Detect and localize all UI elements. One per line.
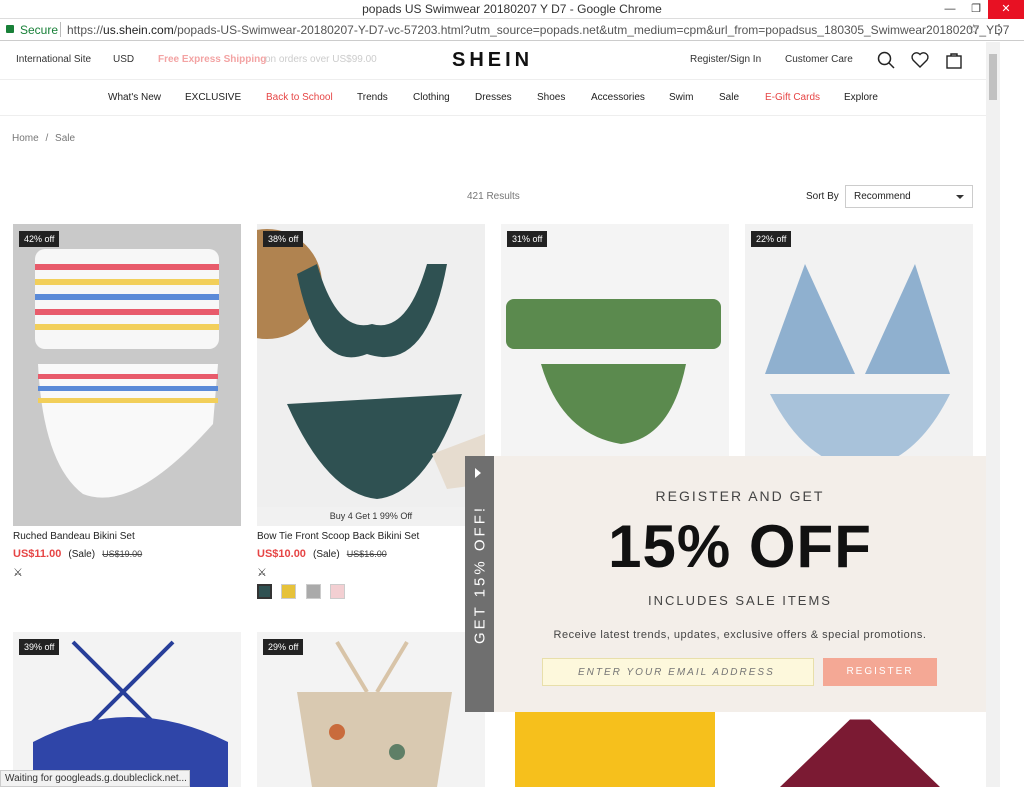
- original-price: US$19.00: [102, 549, 143, 559]
- close-icon[interactable]: ✕: [988, 0, 1024, 19]
- address-divider: [60, 22, 61, 37]
- address-bar[interactable]: Secure https://us.shein.com/popads-US-Sw…: [0, 19, 1024, 41]
- shipping-promo[interactable]: Free Express Shipping: [158, 54, 266, 65]
- chevron-down-icon: [956, 195, 964, 199]
- breadcrumb: Home / Sale: [12, 133, 75, 144]
- bikini-image: [35, 249, 219, 498]
- site-topbar: International Site USD Free Express Ship…: [0, 42, 986, 80]
- international-site-link[interactable]: International Site: [16, 54, 91, 65]
- discount-badge: 29% off: [263, 639, 304, 655]
- sort-value: Recommend: [854, 191, 911, 202]
- popup-tab-label: GET 15% OFF!: [471, 504, 489, 645]
- shipping-promo-tail: on orders over US$99.00: [265, 54, 377, 65]
- arrow-right-icon[interactable]: [475, 468, 481, 478]
- secure-label: Secure: [20, 23, 59, 37]
- product-name[interactable]: Bow Tie Front Scoop Back Bikini Set: [257, 531, 419, 542]
- sort-dropdown[interactable]: Recommend: [845, 185, 973, 208]
- customer-care-link[interactable]: Customer Care: [785, 54, 853, 65]
- lock-icon: [6, 25, 14, 33]
- color-swatch[interactable]: [306, 584, 321, 599]
- sale-tag: (Sale): [68, 549, 96, 560]
- popup-description: Receive latest trends, updates, exclusiv…: [553, 629, 927, 641]
- product-image[interactable]: [780, 719, 940, 787]
- status-bar: Waiting for googleads.g.doubleclick.net.…: [0, 770, 190, 787]
- chrome-menu-icon[interactable]: ⋮: [992, 21, 1006, 38]
- sale-tag: (Sale): [313, 549, 340, 560]
- main-nav: What's New EXCLUSIVE Back to School Tren…: [0, 80, 986, 116]
- popup-subheading: INCLUDES SALE ITEMS: [648, 593, 832, 608]
- page: International Site USD Free Express Ship…: [0, 42, 986, 787]
- register-button[interactable]: REGISTER: [823, 658, 937, 686]
- bikini-image: [257, 229, 485, 499]
- product-price: US$11.00 (Sale) US$19.00: [13, 548, 142, 560]
- product-image[interactable]: [515, 712, 715, 787]
- results-count: 421 Results: [467, 191, 520, 202]
- popup-body: REGISTER AND GET 15% OFF INCLUDES SALE I…: [494, 456, 986, 712]
- discount-badge: 38% off: [263, 231, 304, 247]
- discount-badge: 22% off: [751, 231, 792, 247]
- nav-sale[interactable]: Sale: [719, 92, 739, 103]
- signup-popup: GET 15% OFF! REGISTER AND GET 15% OFF IN…: [465, 456, 986, 712]
- product-image[interactable]: 42% off: [13, 224, 241, 526]
- bikini-image: [33, 640, 228, 787]
- restore-icon[interactable]: ❐: [962, 0, 990, 19]
- url-text[interactable]: https://us.shein.com/popads-US-Swimwear-…: [67, 23, 1009, 37]
- heart-icon[interactable]: [911, 51, 929, 69]
- nav-explore[interactable]: Explore: [844, 92, 878, 103]
- page-scrollbar[interactable]: [986, 42, 1000, 787]
- current-price: US$10.00: [257, 548, 306, 560]
- sort-label: Sort By: [806, 191, 839, 202]
- nav-whats-new[interactable]: What's New: [108, 92, 161, 103]
- product-name[interactable]: Ruched Bandeau Bikini Set: [13, 531, 135, 542]
- popup-offer: 15% OFF: [608, 513, 872, 580]
- breadcrumb-current: Sale: [55, 133, 76, 144]
- breadcrumb-home[interactable]: Home: [12, 133, 39, 144]
- bookmark-star-icon[interactable]: ☆: [967, 21, 980, 38]
- search-icon[interactable]: [877, 51, 895, 69]
- shein-logo[interactable]: SHEIN: [452, 49, 533, 72]
- popup-heading: REGISTER AND GET: [655, 488, 825, 504]
- bikini-image: [297, 640, 452, 787]
- window-title: popads US Swimwear 20180207 Y D7 - Googl…: [362, 2, 662, 16]
- color-swatch[interactable]: [281, 584, 296, 599]
- nav-back-to-school[interactable]: Back to School: [266, 92, 333, 103]
- currency-selector[interactable]: USD: [113, 54, 134, 65]
- discount-badge: 42% off: [19, 231, 60, 247]
- hanger-icon[interactable]: ⚔: [13, 566, 23, 579]
- nav-shoes[interactable]: Shoes: [537, 92, 565, 103]
- nav-dresses[interactable]: Dresses: [475, 92, 512, 103]
- nav-trends[interactable]: Trends: [357, 92, 388, 103]
- hanger-icon[interactable]: ⚔: [257, 566, 267, 579]
- nav-accessories[interactable]: Accessories: [591, 92, 645, 103]
- breadcrumb-separator: /: [45, 133, 49, 144]
- nav-exclusive[interactable]: EXCLUSIVE: [185, 92, 241, 103]
- nav-clothing[interactable]: Clothing: [413, 92, 450, 103]
- promo-strip: Buy 4 Get 1 99% Off: [257, 507, 485, 526]
- product-image[interactable]: 38% off Buy 4 Get 1 99% Off: [257, 224, 485, 526]
- discount-badge: 39% off: [19, 639, 60, 655]
- email-input[interactable]: [542, 658, 814, 686]
- url-path: /popads-US-Swimwear-20180207-Y-D7-vc-572…: [173, 23, 1010, 37]
- bag-icon[interactable]: [945, 51, 963, 69]
- register-signin-link[interactable]: Register/Sign In: [690, 54, 761, 65]
- original-price: US$16.00: [346, 549, 387, 559]
- color-swatch[interactable]: [257, 584, 272, 599]
- current-price: US$11.00: [13, 548, 62, 560]
- popup-side-tab[interactable]: GET 15% OFF!: [465, 456, 494, 712]
- product-price: US$10.00 (Sale) US$16.00: [257, 548, 387, 560]
- url-scheme: https://: [67, 23, 104, 37]
- browser-titlebar: popads US Swimwear 20180207 Y D7 - Googl…: [0, 0, 1024, 19]
- nav-egift-cards[interactable]: E-Gift Cards: [765, 92, 820, 103]
- url-host: us.shein.com: [103, 23, 174, 37]
- discount-badge: 31% off: [507, 231, 548, 247]
- nav-swim[interactable]: Swim: [669, 92, 693, 103]
- minimize-icon[interactable]: —: [936, 0, 964, 19]
- product-image[interactable]: 29% off: [257, 632, 485, 787]
- color-swatch[interactable]: [330, 584, 345, 599]
- product-image[interactable]: 39% off: [13, 632, 241, 787]
- scrollbar-thumb[interactable]: [989, 54, 997, 100]
